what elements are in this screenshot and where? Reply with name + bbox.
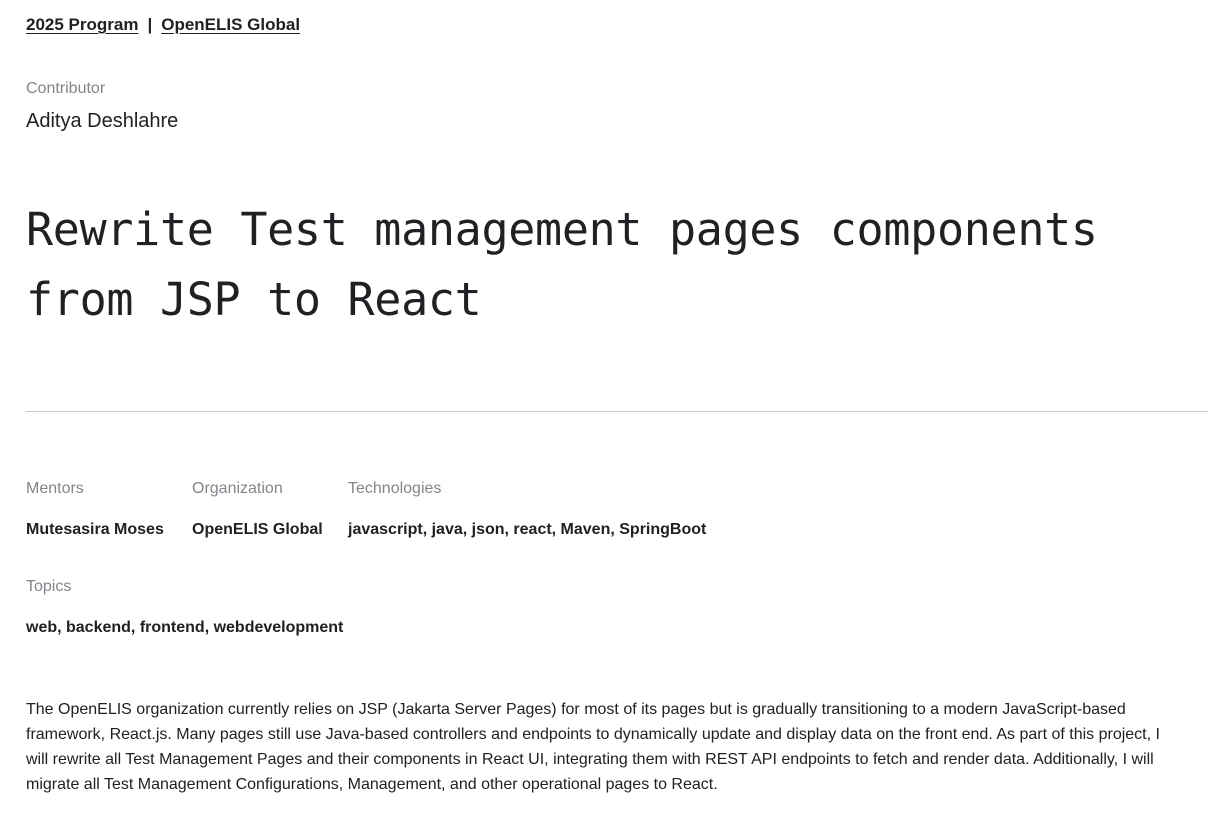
mentors-value: Mutesasira Moses [26, 521, 164, 538]
section-divider [26, 411, 1208, 412]
mentors-label: Mentors [26, 480, 84, 497]
contributor-label: Contributor [26, 80, 106, 97]
topics-value: web, backend, frontend, webdevelopment [26, 619, 344, 636]
topics-label: Topics [26, 578, 72, 595]
breadcrumb-program-link[interactable]: 2025 Program [26, 15, 138, 34]
project-title: Rewrite Test management pages components… [26, 203, 1098, 326]
technologies-label: Technologies [348, 480, 442, 497]
topics-section: Topics web, backend, frontend, webdevelo… [26, 578, 343, 637]
project-description: The OpenELIS organization currently reli… [26, 701, 1160, 793]
organization-label: Organization [192, 480, 283, 497]
technologies-section: Technologies javascript, java, json, rea… [348, 480, 706, 539]
organization-value: OpenELIS Global [192, 521, 323, 538]
technologies-value: javascript, java, json, react, Maven, Sp… [348, 521, 707, 538]
contributor-name: Aditya Deshlahre [26, 110, 179, 132]
breadcrumb: 2025 Program | OpenELIS Global [26, 15, 300, 35]
breadcrumb-organization-link[interactable]: OpenELIS Global [161, 15, 300, 34]
breadcrumb-separator: | [147, 15, 153, 34]
mentors-section: Mentors Mutesasira Moses [26, 480, 164, 539]
organization-section: Organization OpenELIS Global [192, 480, 323, 539]
